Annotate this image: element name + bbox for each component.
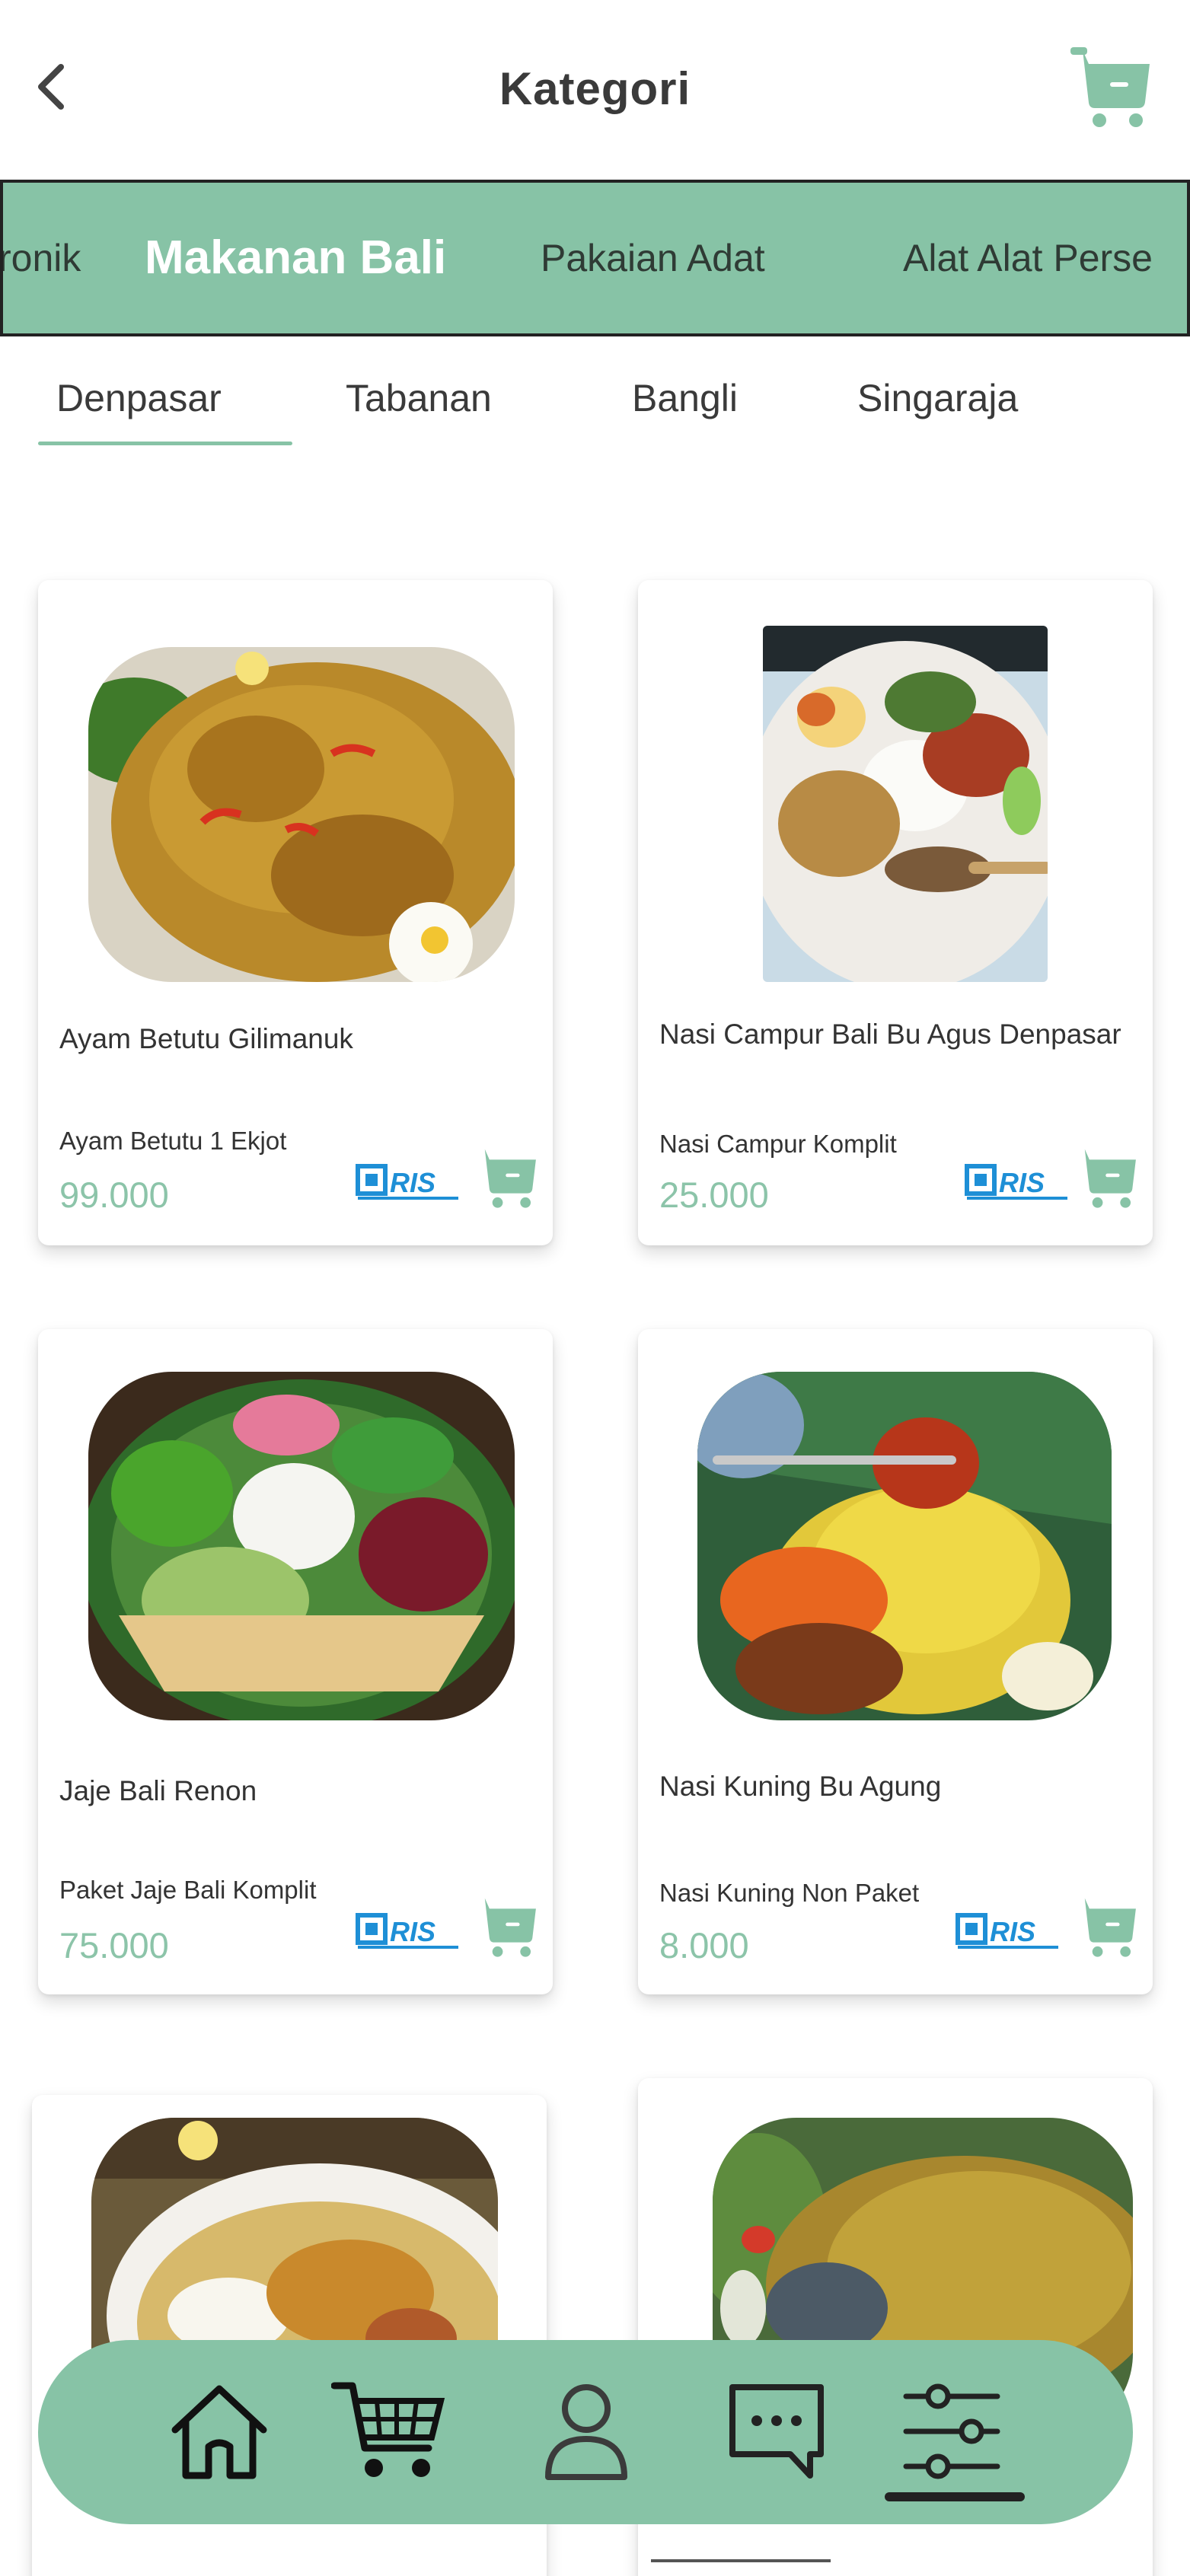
product-name: Jaje Bali Renon [59, 1775, 257, 1806]
product-card[interactable]: Ayam Betutu Gilimanuk Ayam Betutu 1 Ekjo… [38, 580, 553, 1245]
category-pakaian-adat[interactable]: Pakaian Adat [541, 183, 765, 333]
add-to-cart-button[interactable] [472, 1892, 541, 1961]
tab-tabanan[interactable]: Tabanan [346, 376, 492, 420]
product-price: 99.000 [59, 1175, 169, 1215]
nav-messages[interactable] [716, 2370, 837, 2492]
nav-cart[interactable] [327, 2370, 449, 2492]
cart-icon [1070, 47, 1150, 127]
add-to-cart-button[interactable] [1072, 1892, 1141, 1961]
qris-logo: RIS [355, 1908, 461, 1950]
product-name: Ayam Betutu Gilimanuk [59, 1023, 353, 1054]
sliders-icon [903, 2383, 1000, 2479]
home-icon [171, 2385, 267, 2479]
chat-icon [729, 2384, 824, 2479]
product-name: Nasi Campur Bali Bu Agus Denpasar [659, 1019, 1121, 1050]
page-title: Kategori [499, 63, 691, 114]
nasi-campur-photo [763, 626, 1048, 982]
product-price: 8.000 [659, 1925, 749, 1965]
product-variant: Nasi Kuning Non Paket [659, 1879, 920, 1907]
product-card[interactable]: Nasi Kuning Bu Agung Nasi Kuning Non Pak… [638, 1329, 1153, 1994]
category-alat-alat[interactable]: Alat Alat Perse [903, 183, 1153, 333]
active-tab-indicator [38, 442, 292, 445]
user-icon [545, 2384, 627, 2480]
add-to-cart-button[interactable] [472, 1143, 541, 1212]
svg-text:RIS: RIS [390, 1167, 435, 1198]
tab-denpasar[interactable]: Denpasar [56, 376, 222, 420]
qris-logo: RIS [964, 1159, 1070, 1201]
category-strip: ronik Makanan Bali Pakaian Adat Alat Ala… [0, 180, 1190, 336]
product-variant: Paket Jaje Bali Komplit [59, 1876, 317, 1904]
app-header: Kategori [0, 0, 1190, 178]
nav-profile[interactable] [525, 2370, 647, 2492]
scroll-indicator [651, 2559, 831, 2562]
city-tabs: Denpasar Tabanan Bangli Singaraja [0, 358, 1190, 449]
cart-icon [475, 1149, 536, 1208]
active-nav-indicator [885, 2492, 1025, 2501]
add-to-cart-button[interactable] [1072, 1143, 1141, 1212]
jaje-bali-photo [88, 1372, 515, 1720]
qris-logo: RIS [955, 1908, 1061, 1950]
svg-text:RIS: RIS [990, 1916, 1035, 1947]
cart-button[interactable] [1066, 43, 1156, 132]
product-variant: Nasi Campur Komplit [659, 1130, 897, 1158]
nav-home[interactable] [158, 2370, 280, 2492]
product-variant: Ayam Betutu 1 Ekjot [59, 1127, 287, 1155]
product-card[interactable]: Jaje Bali Renon Paket Jaje Bali Komplit … [38, 1329, 553, 1994]
cart-icon [475, 1898, 536, 1957]
product-price: 75.000 [59, 1925, 169, 1965]
product-price: 25.000 [659, 1175, 769, 1215]
product-name: Nasi Kuning Bu Agung [659, 1771, 942, 1802]
tab-bangli[interactable]: Bangli [632, 376, 738, 420]
category-makanan-bali[interactable]: Makanan Bali [145, 183, 446, 333]
cart-icon [1075, 1149, 1136, 1208]
product-card[interactable]: Nasi Campur Bali Bu Agus Denpasar Nasi C… [638, 580, 1153, 1245]
qris-logo: RIS [355, 1159, 461, 1201]
nav-settings[interactable] [891, 2370, 1013, 2492]
nasi-kuning-photo [697, 1372, 1112, 1720]
category-elektronik[interactable]: ronik [3, 183, 81, 333]
cart-icon [1075, 1898, 1136, 1957]
ayam-betutu-photo [88, 647, 515, 982]
svg-text:RIS: RIS [999, 1167, 1045, 1198]
shopping-cart-icon [331, 2382, 445, 2477]
svg-text:RIS: RIS [390, 1916, 435, 1947]
tab-singaraja[interactable]: Singaraja [857, 376, 1018, 420]
